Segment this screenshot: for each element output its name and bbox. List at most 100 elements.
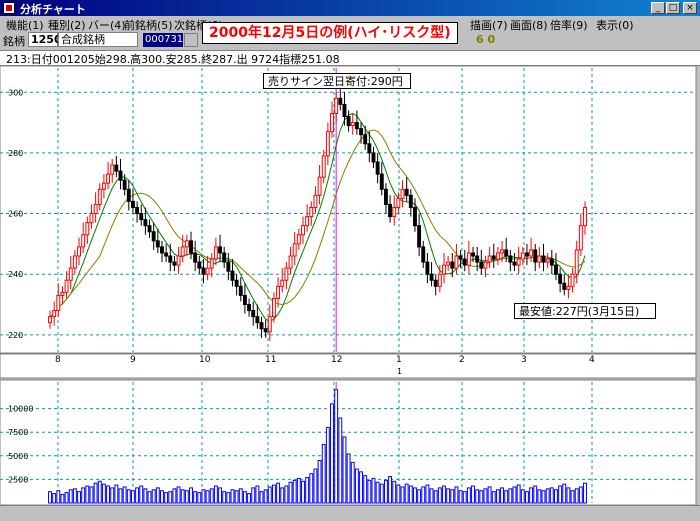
volume-bar	[147, 491, 152, 504]
candle-body	[520, 252, 525, 260]
app-window: 分析チャート _ □ × 機能(1) 種別(2) バー(4) 前銘柄(5) 次銘…	[0, 0, 700, 521]
candle-body	[516, 258, 521, 266]
volume-bar	[288, 481, 293, 504]
candle-body	[504, 249, 509, 257]
volume-bar	[130, 490, 135, 504]
candle-body	[446, 261, 451, 266]
volume-bar	[301, 480, 305, 504]
volume-bar	[263, 489, 268, 504]
candle-body	[201, 267, 206, 275]
volume-bar	[466, 487, 471, 504]
volume-bar	[425, 484, 430, 504]
candle-body	[342, 103, 347, 118]
candle-body	[122, 179, 127, 190]
volume-bar	[68, 489, 73, 504]
volume-bar	[338, 417, 343, 504]
candle-body	[176, 255, 181, 266]
volume-bar	[388, 476, 393, 504]
candle-body	[491, 255, 496, 260]
candle-body	[508, 255, 513, 263]
volume-bar	[259, 491, 264, 504]
candle-body	[408, 194, 413, 208]
candle-body	[272, 297, 276, 318]
month-tick-label: 11	[265, 355, 276, 365]
volume-bar	[292, 479, 297, 504]
volume-bar	[417, 489, 422, 504]
candle-body	[338, 97, 343, 105]
volume-bar	[234, 490, 239, 504]
volume-bar	[508, 488, 513, 504]
volume-bar	[346, 453, 351, 504]
sell-signal-box: 売りサイン翌日寄付:290円	[263, 73, 411, 89]
volume-bar	[176, 486, 181, 504]
candle-body	[495, 252, 500, 260]
volume-bar	[85, 485, 90, 504]
volume-tick-label: 5000	[8, 452, 28, 461]
candle-body	[48, 316, 52, 324]
candle-body	[284, 267, 289, 281]
candle-body	[296, 234, 301, 245]
volume-bar	[193, 491, 198, 504]
status-bar	[0, 505, 700, 521]
candle-body	[363, 134, 368, 145]
candle-body	[77, 246, 81, 257]
volume-bar	[545, 488, 550, 504]
volume-bar	[317, 460, 322, 504]
candle-body	[247, 304, 252, 312]
volume-bar	[64, 492, 69, 504]
candle-body	[197, 261, 202, 269]
candle-body	[263, 328, 268, 333]
volume-bar	[350, 461, 355, 504]
volume-bar	[359, 471, 363, 504]
volume-bar	[143, 488, 148, 504]
candle-body	[313, 194, 318, 208]
volume-bar	[209, 488, 214, 504]
volume-bar	[516, 484, 521, 504]
candle-body	[143, 219, 148, 227]
volume-bar	[89, 486, 94, 504]
volume-bar	[201, 489, 206, 504]
volume-bar	[272, 484, 276, 504]
volume-bar	[56, 490, 61, 504]
candle-body	[396, 197, 401, 208]
candle-body	[180, 246, 185, 257]
volume-bar	[433, 490, 438, 504]
month-tick-label: 4	[589, 355, 595, 365]
volume-bar	[504, 490, 509, 504]
volume-bar	[313, 468, 318, 504]
volume-bar	[383, 479, 388, 504]
volume-bar	[180, 489, 185, 504]
candle-body	[68, 267, 73, 281]
candle-body	[529, 249, 534, 257]
candle-body	[537, 255, 542, 263]
candle-body	[110, 164, 115, 175]
candle-body	[226, 261, 231, 272]
volume-bar	[570, 490, 575, 504]
volume-bar	[276, 482, 281, 504]
candle-body	[400, 188, 405, 199]
candle-body	[458, 255, 463, 260]
volume-bar	[342, 436, 347, 504]
candle-body	[471, 252, 475, 257]
volume-bar	[255, 485, 260, 504]
candle-body	[168, 255, 173, 263]
candle-body	[359, 128, 363, 136]
volume-bar	[267, 486, 272, 504]
volume-bar	[184, 490, 189, 504]
volume-bar	[296, 477, 301, 504]
candle-body	[346, 116, 351, 127]
volume-tick-label: 2500	[8, 475, 28, 484]
candle-body	[367, 143, 372, 154]
candle-body	[305, 216, 310, 227]
candle-body	[56, 294, 61, 312]
candle-body	[106, 173, 111, 184]
candle-body	[172, 261, 177, 266]
candle-body	[570, 273, 575, 287]
candle-body	[450, 261, 455, 269]
volume-bar	[471, 485, 475, 504]
volume-bar	[363, 475, 368, 504]
volume-bar	[541, 490, 546, 504]
candle-body	[433, 279, 438, 287]
volume-bar	[558, 485, 563, 504]
candle-body	[114, 164, 119, 172]
